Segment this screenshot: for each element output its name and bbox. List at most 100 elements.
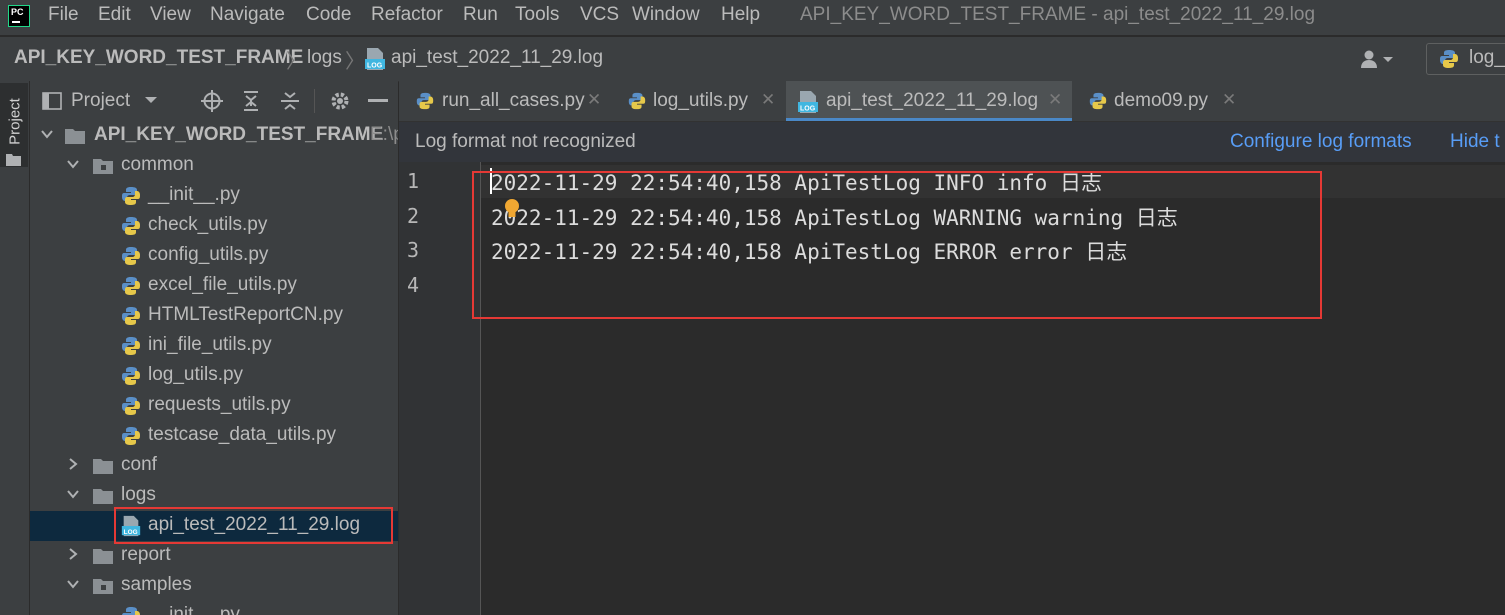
notification-message: Log format not recognized xyxy=(415,131,636,152)
gear-icon[interactable] xyxy=(329,90,351,112)
folder-icon xyxy=(6,154,21,166)
tree-item-label: HTMLTestReportCN.py xyxy=(148,304,343,325)
tree-root-path: E:\p xyxy=(370,124,398,145)
tree-file-item[interactable]: config_utils.py xyxy=(30,241,398,271)
python-file-icon xyxy=(122,187,140,205)
tree-file-item[interactable]: ini_file_utils.py xyxy=(30,331,398,361)
chevron-down-icon[interactable] xyxy=(144,95,158,105)
line-number: 4 xyxy=(407,273,420,297)
toolbar-divider xyxy=(314,89,315,113)
python-file-icon xyxy=(122,277,140,295)
log-file-icon: LOG xyxy=(798,91,818,113)
chevron-right-icon[interactable] xyxy=(66,547,80,561)
log-format-notification: Log format not recognized Configure log … xyxy=(399,122,1505,162)
tree-item-label: log_utils.py xyxy=(148,364,244,385)
tree-file-item[interactable]: __init__.py xyxy=(30,181,398,211)
python-file-icon xyxy=(122,427,140,445)
python-file-icon xyxy=(122,607,140,615)
tree-item-label: config_utils.py xyxy=(148,244,269,265)
tree-item-label: report xyxy=(121,544,171,565)
tree-root[interactable]: API_KEY_WORD_TEST_FRAME E:\p xyxy=(30,121,398,151)
menu-tools[interactable]: Tools xyxy=(515,4,559,26)
tree-item-label: testcase_data_utils.py xyxy=(148,424,337,445)
chevron-right-icon[interactable] xyxy=(66,457,80,471)
breadcrumb-project[interactable]: API_KEY_WORD_TEST_FRAME xyxy=(14,47,303,69)
tree-item-label: __init__.py xyxy=(148,184,240,205)
package-folder-icon xyxy=(93,579,113,594)
collapse-all-icon[interactable] xyxy=(280,91,300,111)
tool-window-strip: Project xyxy=(0,81,30,615)
chevron-down-icon[interactable] xyxy=(66,577,80,591)
tree-root-label: API_KEY_WORD_TEST_FRAME xyxy=(94,124,384,145)
menu-vcs[interactable]: VCS xyxy=(580,4,619,26)
menu-help[interactable]: Help xyxy=(721,4,760,26)
annotation-highlight-box xyxy=(114,507,393,544)
menu-code[interactable]: Code xyxy=(306,4,351,26)
tab-run-all-cases[interactable]: run_all_cases.py ✕ xyxy=(399,81,611,121)
locate-file-icon[interactable] xyxy=(201,90,223,112)
editor-tab-bar: run_all_cases.py ✕ log_utils.py ✕ LOG ap… xyxy=(399,81,1505,122)
project-panel-header: Project xyxy=(30,81,398,123)
tree-file-item[interactable]: __init__.py xyxy=(30,601,398,615)
close-icon[interactable]: ✕ xyxy=(1048,90,1062,110)
menu-bar: PC File Edit View Navigate Code Refactor… xyxy=(0,0,1505,35)
tab-label: api_test_2022_11_29.log xyxy=(826,90,1039,111)
tree-folder-report[interactable]: report xyxy=(30,541,398,571)
tab-log-utils[interactable]: log_utils.py ✕ xyxy=(611,81,787,121)
expand-all-icon[interactable] xyxy=(241,91,261,111)
python-file-icon xyxy=(122,367,140,385)
python-file-icon xyxy=(122,217,140,235)
line-number: 3 xyxy=(407,238,420,262)
chevron-down-icon[interactable] xyxy=(66,157,80,171)
hide-notification-link[interactable]: Hide t xyxy=(1450,131,1500,153)
tree-item-label: common xyxy=(121,154,194,175)
menu-edit[interactable]: Edit xyxy=(98,4,131,26)
breadcrumb-folder[interactable]: logs xyxy=(307,47,342,69)
tree-file-item[interactable]: HTMLTestReportCN.py xyxy=(30,301,398,331)
tree-file-item[interactable]: requests_utils.py xyxy=(30,391,398,421)
tree-item-label: ini_file_utils.py xyxy=(148,334,272,355)
tree-folder-common[interactable]: common xyxy=(30,151,398,181)
logo-text: PC xyxy=(11,7,24,17)
run-configuration-select[interactable]: log_ xyxy=(1426,43,1505,75)
folder-icon xyxy=(93,549,113,564)
python-file-icon xyxy=(122,337,140,355)
tree-file-item[interactable]: excel_file_utils.py xyxy=(30,271,398,301)
menu-view[interactable]: View xyxy=(150,4,191,26)
annotation-highlight-box xyxy=(472,171,1322,319)
breadcrumb-file[interactable]: api_test_2022_11_29.log xyxy=(391,47,603,69)
configure-log-formats-link[interactable]: Configure log formats xyxy=(1230,131,1412,153)
run-configuration-label: log_ xyxy=(1469,47,1505,68)
menu-refactor[interactable]: Refactor xyxy=(371,4,443,26)
menu-navigate[interactable]: Navigate xyxy=(210,4,285,26)
menu-file[interactable]: File xyxy=(48,4,79,26)
tree-file-item[interactable]: log_utils.py xyxy=(30,361,398,391)
close-icon[interactable]: ✕ xyxy=(761,90,775,110)
chevron-down-icon[interactable] xyxy=(40,127,54,141)
pycharm-logo-icon: PC xyxy=(8,5,30,27)
tree-item-label: conf xyxy=(121,454,157,475)
user-icon[interactable] xyxy=(1360,49,1394,69)
menu-window[interactable]: Window xyxy=(632,4,700,26)
tab-demo09[interactable]: demo09.py ✕ xyxy=(1072,81,1244,121)
tab-label: run_all_cases.py xyxy=(442,90,585,111)
package-folder-icon xyxy=(93,159,113,174)
tree-folder-samples[interactable]: samples xyxy=(30,571,398,601)
window-title: API_KEY_WORD_TEST_FRAME - api_test_2022_… xyxy=(800,4,1316,25)
tab-api-test-log[interactable]: LOG api_test_2022_11_29.log ✕ xyxy=(786,81,1072,121)
chevron-down-icon[interactable] xyxy=(66,487,80,501)
tree-folder-conf[interactable]: conf xyxy=(30,451,398,481)
tree-file-item[interactable]: testcase_data_utils.py xyxy=(30,421,398,451)
python-file-icon xyxy=(122,307,140,325)
project-tool-label: Project xyxy=(6,98,24,145)
folder-icon xyxy=(93,489,113,504)
tree-file-item[interactable]: check_utils.py xyxy=(30,211,398,241)
close-icon[interactable]: ✕ xyxy=(587,90,601,110)
close-icon[interactable]: ✕ xyxy=(1222,90,1236,110)
project-view-title[interactable]: Project xyxy=(71,90,130,112)
minimize-icon[interactable] xyxy=(368,99,388,103)
project-tool-button[interactable]: Project xyxy=(0,83,28,167)
python-icon xyxy=(1440,50,1458,68)
menu-run[interactable]: Run xyxy=(463,4,498,26)
python-file-icon xyxy=(628,92,646,110)
